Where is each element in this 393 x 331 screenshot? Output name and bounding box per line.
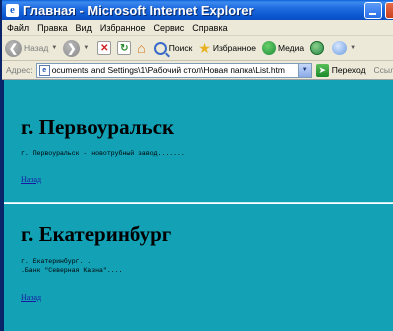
forward-arrow-icon: ❯ — [63, 39, 81, 57]
section-text-ekaterinburg-2: .Банк "Северная Казна".... — [21, 267, 123, 274]
stop-button[interactable]: ✕ — [97, 41, 112, 55]
star-icon: ★ — [198, 39, 211, 56]
address-url[interactable]: ocuments and Settings\1\Рабочий стол\Нов… — [52, 65, 310, 75]
favorites-label: Избранное — [212, 43, 256, 53]
chevron-down-icon[interactable]: ▼ — [51, 45, 57, 51]
page-content: г. Первоуральск г. Первоуральск - новотр… — [4, 80, 393, 331]
favorites-button[interactable]: ★ Избранное — [198, 40, 256, 57]
standard-toolbar: ❮ Назад ▼ ❯ ▼ ✕ ↻ ⌂ Поиск ★ Избранное Ме… — [2, 36, 393, 61]
home-button[interactable]: ⌂ — [137, 40, 145, 56]
horizontal-rule — [4, 202, 393, 204]
media-icon — [261, 41, 276, 55]
go-arrow-icon: ➤ — [315, 63, 329, 77]
forward-button[interactable]: ❯ ▼ — [63, 39, 89, 57]
refresh-icon: ↻ — [117, 41, 132, 55]
media-button[interactable]: Медиа — [261, 41, 305, 55]
menu-tools[interactable]: Сервис — [149, 23, 188, 33]
menu-bar: Файл Правка Вид Избранное Сервис Справка — [2, 20, 393, 36]
search-button[interactable]: Поиск — [153, 41, 193, 55]
links-label[interactable]: Ссыл — [374, 65, 393, 75]
back-link[interactable]: Назад — [21, 293, 41, 302]
window-title: Главная - Microsoft Internet Explorer — [23, 2, 254, 18]
search-icon — [153, 41, 167, 55]
section-text-ekaterinburg-1: г. Екатеринбург. . — [21, 258, 92, 265]
section-heading-ekaterinburg: г. Екатеринбург — [21, 222, 172, 246]
history-button[interactable] — [310, 41, 325, 55]
ie-window: e Главная - Microsoft Internet Explorer … — [0, 0, 393, 331]
chevron-down-icon[interactable]: ▼ — [297, 63, 311, 77]
media-label: Медиа — [277, 43, 305, 53]
close-button[interactable] — [385, 2, 393, 19]
mail-button[interactable]: ▼ — [332, 41, 356, 55]
section-text-pervouralsk: г. Первоуральск - новотрубный завод.....… — [21, 150, 185, 157]
back-link[interactable]: Назад — [21, 175, 41, 184]
minimize-button[interactable] — [364, 2, 382, 19]
chevron-down-icon[interactable]: ▼ — [83, 45, 89, 51]
go-label: Переход — [331, 65, 366, 75]
page-icon: e — [38, 64, 50, 76]
stop-icon: ✕ — [97, 41, 112, 55]
search-label: Поиск — [168, 43, 193, 53]
back-button[interactable]: ❮ Назад ▼ — [5, 39, 57, 57]
back-arrow-icon: ❮ — [5, 39, 22, 57]
address-bar: Адрес: e ocuments and Settings\1\Рабочий… — [2, 61, 393, 80]
refresh-button[interactable]: ↻ — [117, 41, 132, 55]
history-icon — [310, 41, 325, 55]
go-button[interactable]: ➤ Переход — [315, 63, 366, 77]
home-icon: ⌂ — [137, 40, 146, 56]
menu-edit[interactable]: Правка — [33, 23, 71, 33]
menu-view[interactable]: Вид — [72, 23, 96, 33]
menu-favorites[interactable]: Избранное — [96, 23, 150, 33]
section-heading-pervouralsk: г. Первоуральск — [21, 115, 175, 139]
menu-help[interactable]: Справка — [188, 23, 231, 33]
mail-icon — [332, 41, 348, 55]
ie-logo-icon: e — [6, 3, 19, 17]
menu-file[interactable]: Файл — [2, 23, 33, 33]
back-label: Назад — [24, 43, 49, 53]
chevron-down-icon[interactable]: ▼ — [350, 45, 356, 51]
address-input[interactable]: e ocuments and Settings\1\Рабочий стол\Н… — [35, 62, 312, 78]
address-label: Адрес: — [6, 65, 33, 75]
title-bar[interactable]: e Главная - Microsoft Internet Explorer — [2, 0, 393, 20]
